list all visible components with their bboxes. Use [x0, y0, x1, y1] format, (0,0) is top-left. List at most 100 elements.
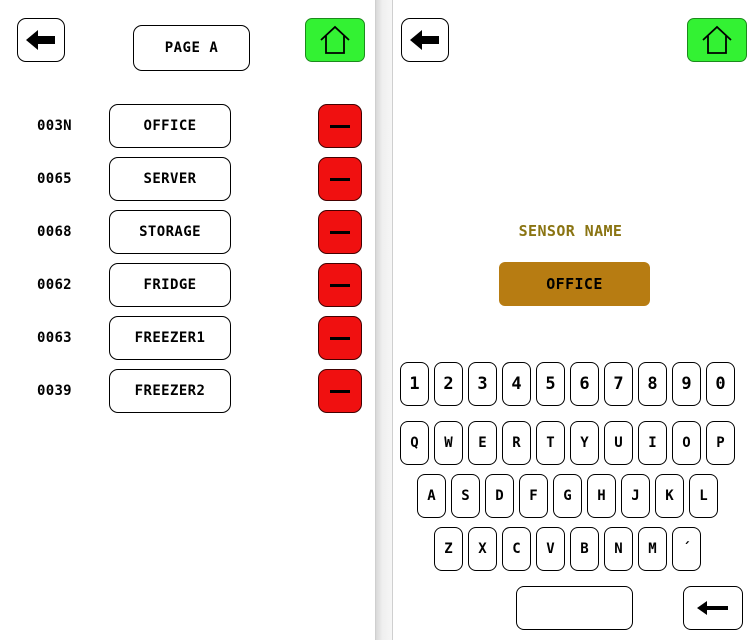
- key-label: X: [478, 541, 487, 557]
- key-7[interactable]: 7: [604, 362, 633, 406]
- delete-button[interactable]: [318, 210, 362, 254]
- minus-icon: [330, 389, 350, 393]
- key-1[interactable]: 1: [400, 362, 429, 406]
- key-accent[interactable]: ´: [672, 527, 701, 571]
- key-label: 2: [443, 374, 454, 394]
- left-arrow-icon: [697, 601, 728, 615]
- key-label: Y: [580, 435, 589, 451]
- key-d[interactable]: D: [485, 474, 514, 518]
- left-arrow-icon: [26, 30, 55, 50]
- key-x[interactable]: X: [468, 527, 497, 571]
- key-label: 4: [511, 374, 522, 394]
- key-label: Z: [444, 541, 453, 557]
- delete-button[interactable]: [318, 157, 362, 201]
- sensor-name-button[interactable]: OFFICE: [109, 104, 231, 148]
- key-label: U: [614, 435, 623, 451]
- key-e[interactable]: E: [468, 421, 497, 465]
- key-r[interactable]: R: [502, 421, 531, 465]
- sensor-name-value: OFFICE: [546, 275, 603, 293]
- key-a[interactable]: A: [417, 474, 446, 518]
- key-label: K: [665, 488, 674, 504]
- key-c[interactable]: C: [502, 527, 531, 571]
- key-u[interactable]: U: [604, 421, 633, 465]
- sensor-id: 0065: [37, 171, 72, 187]
- delete-button[interactable]: [318, 263, 362, 307]
- sensor-name-editor-screen: SENSOR NAME OFFICE 1 2 3 4 5 6 7 8 9 0 Q…: [392, 0, 747, 640]
- sensor-name-label: SERVER: [143, 171, 197, 187]
- house-outline-icon: [702, 25, 732, 54]
- sensor-name-label: FREEZER1: [134, 330, 206, 346]
- sensor-name-button[interactable]: SERVER: [109, 157, 231, 201]
- minus-icon: [330, 124, 350, 128]
- house-outline-icon: [320, 25, 350, 54]
- key-z[interactable]: Z: [434, 527, 463, 571]
- key-4[interactable]: 4: [502, 362, 531, 406]
- key-n[interactable]: N: [604, 527, 633, 571]
- key-label: H: [597, 488, 606, 504]
- key-label: M: [648, 541, 657, 557]
- key-label: 7: [613, 374, 624, 394]
- key-9[interactable]: 9: [672, 362, 701, 406]
- key-label: W: [444, 435, 453, 451]
- delete-button[interactable]: [318, 104, 362, 148]
- delete-button[interactable]: [318, 369, 362, 413]
- key-l[interactable]: L: [689, 474, 718, 518]
- delete-button[interactable]: [318, 316, 362, 360]
- key-b[interactable]: B: [570, 527, 599, 571]
- key-w[interactable]: W: [434, 421, 463, 465]
- space-key[interactable]: [516, 586, 633, 630]
- key-h[interactable]: H: [587, 474, 616, 518]
- key-label: 9: [681, 374, 692, 394]
- key-p[interactable]: P: [706, 421, 735, 465]
- key-label: N: [614, 541, 623, 557]
- sensor-id: 0063: [37, 330, 72, 346]
- sensor-name-field[interactable]: OFFICE: [499, 262, 650, 306]
- sensor-id: 0062: [37, 277, 72, 293]
- key-label: D: [495, 488, 504, 504]
- sensor-id: 0039: [37, 383, 72, 399]
- key-label: J: [631, 488, 640, 504]
- sensor-name-button[interactable]: FREEZER1: [109, 316, 231, 360]
- left-arrow-icon: [410, 30, 439, 50]
- sensor-name-label: FREEZER2: [134, 383, 206, 399]
- key-0[interactable]: 0: [706, 362, 735, 406]
- key-o[interactable]: O: [672, 421, 701, 465]
- sensor-id: 0068: [37, 224, 72, 240]
- sensor-name-button[interactable]: FRIDGE: [109, 263, 231, 307]
- key-k[interactable]: K: [655, 474, 684, 518]
- key-y[interactable]: Y: [570, 421, 599, 465]
- key-t[interactable]: T: [536, 421, 565, 465]
- key-5[interactable]: 5: [536, 362, 565, 406]
- page-button-label: PAGE A: [164, 40, 219, 56]
- key-q[interactable]: Q: [400, 421, 429, 465]
- key-g[interactable]: G: [553, 474, 582, 518]
- key-m[interactable]: M: [638, 527, 667, 571]
- enter-key[interactable]: [683, 586, 743, 630]
- key-label: E: [478, 435, 487, 451]
- back-button[interactable]: [17, 18, 65, 62]
- key-2[interactable]: 2: [434, 362, 463, 406]
- sensor-list-screen: PAGE A 003N OFFICE 0065 SERVER 0068 STOR…: [0, 0, 376, 640]
- key-label: O: [682, 435, 691, 451]
- key-label: V: [546, 541, 555, 557]
- key-8[interactable]: 8: [638, 362, 667, 406]
- key-6[interactable]: 6: [570, 362, 599, 406]
- key-3[interactable]: 3: [468, 362, 497, 406]
- home-button[interactable]: [305, 18, 365, 62]
- sensor-id: 003N: [37, 118, 72, 134]
- key-i[interactable]: I: [638, 421, 667, 465]
- key-j[interactable]: J: [621, 474, 650, 518]
- sensor-name-button[interactable]: STORAGE: [109, 210, 231, 254]
- home-button[interactable]: [687, 18, 747, 62]
- key-label: R: [512, 435, 521, 451]
- minus-icon: [330, 177, 350, 181]
- sensor-name-button[interactable]: FREEZER2: [109, 369, 231, 413]
- minus-icon: [330, 230, 350, 234]
- page-button[interactable]: PAGE A: [133, 25, 250, 71]
- key-v[interactable]: V: [536, 527, 565, 571]
- key-label: P: [716, 435, 725, 451]
- key-f[interactable]: F: [519, 474, 548, 518]
- key-s[interactable]: S: [451, 474, 480, 518]
- back-button[interactable]: [401, 18, 449, 62]
- minus-icon: [330, 283, 350, 287]
